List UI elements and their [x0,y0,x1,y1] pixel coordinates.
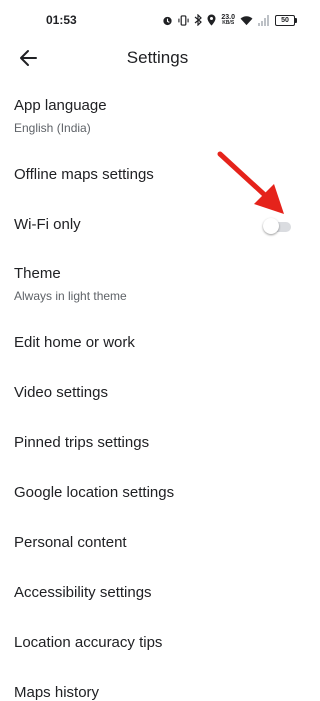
setting-label: Video settings [14,384,108,401]
setting-label: Edit home or work [14,334,135,351]
setting-video[interactable]: Video settings [0,368,315,416]
setting-label: Maps history [14,684,100,701]
setting-sublabel: Always in light theme [14,289,127,303]
setting-personal-content[interactable]: Personal content [0,518,315,566]
setting-accessibility[interactable]: Accessibility settings [0,568,315,616]
battery-icon: 50 [275,14,297,26]
setting-location-accuracy-tips[interactable]: Location accuracy tips [0,618,315,666]
setting-label: Location accuracy tips [14,634,163,651]
bluetooth-icon [194,14,203,26]
setting-pinned-trips[interactable]: Pinned trips settings [0,418,315,466]
setting-label: Wi-Fi only [14,216,81,233]
network-speed: 23.0 KB/S [221,14,235,26]
toggle-thumb [263,218,279,234]
status-icons: 23.0 KB/S 50 [162,10,297,30]
wifi-icon [240,15,253,25]
red-arrow-annotation [217,151,284,214]
setting-maps-history[interactable]: Maps history [0,668,315,701]
alarm-icon [163,16,172,25]
setting-theme[interactable]: Theme Always in light theme [0,256,315,308]
setting-label: Offline maps settings [14,166,154,183]
location-icon [207,14,216,26]
setting-label: Accessibility settings [14,584,152,601]
app-bar: Settings [0,38,315,78]
status-bar: 01:53 23.0 KB/S 50 [0,0,315,40]
wifi-only-toggle[interactable] [263,218,293,234]
setting-google-location[interactable]: Google location settings [0,468,315,516]
setting-app-language[interactable]: App language English (India) [0,88,315,140]
setting-label: Theme [14,265,61,282]
setting-label: Pinned trips settings [14,434,150,451]
setting-edit-home-work[interactable]: Edit home or work [0,318,315,366]
setting-label: Personal content [14,534,127,551]
page-title: Settings [126,48,189,67]
status-time: 01:53 [46,13,77,27]
setting-label: Google location settings [14,484,175,501]
setting-label: App language [14,97,107,114]
signal-icon [258,14,269,26]
vibrate-icon [178,14,190,26]
setting-sublabel: English (India) [14,121,91,135]
